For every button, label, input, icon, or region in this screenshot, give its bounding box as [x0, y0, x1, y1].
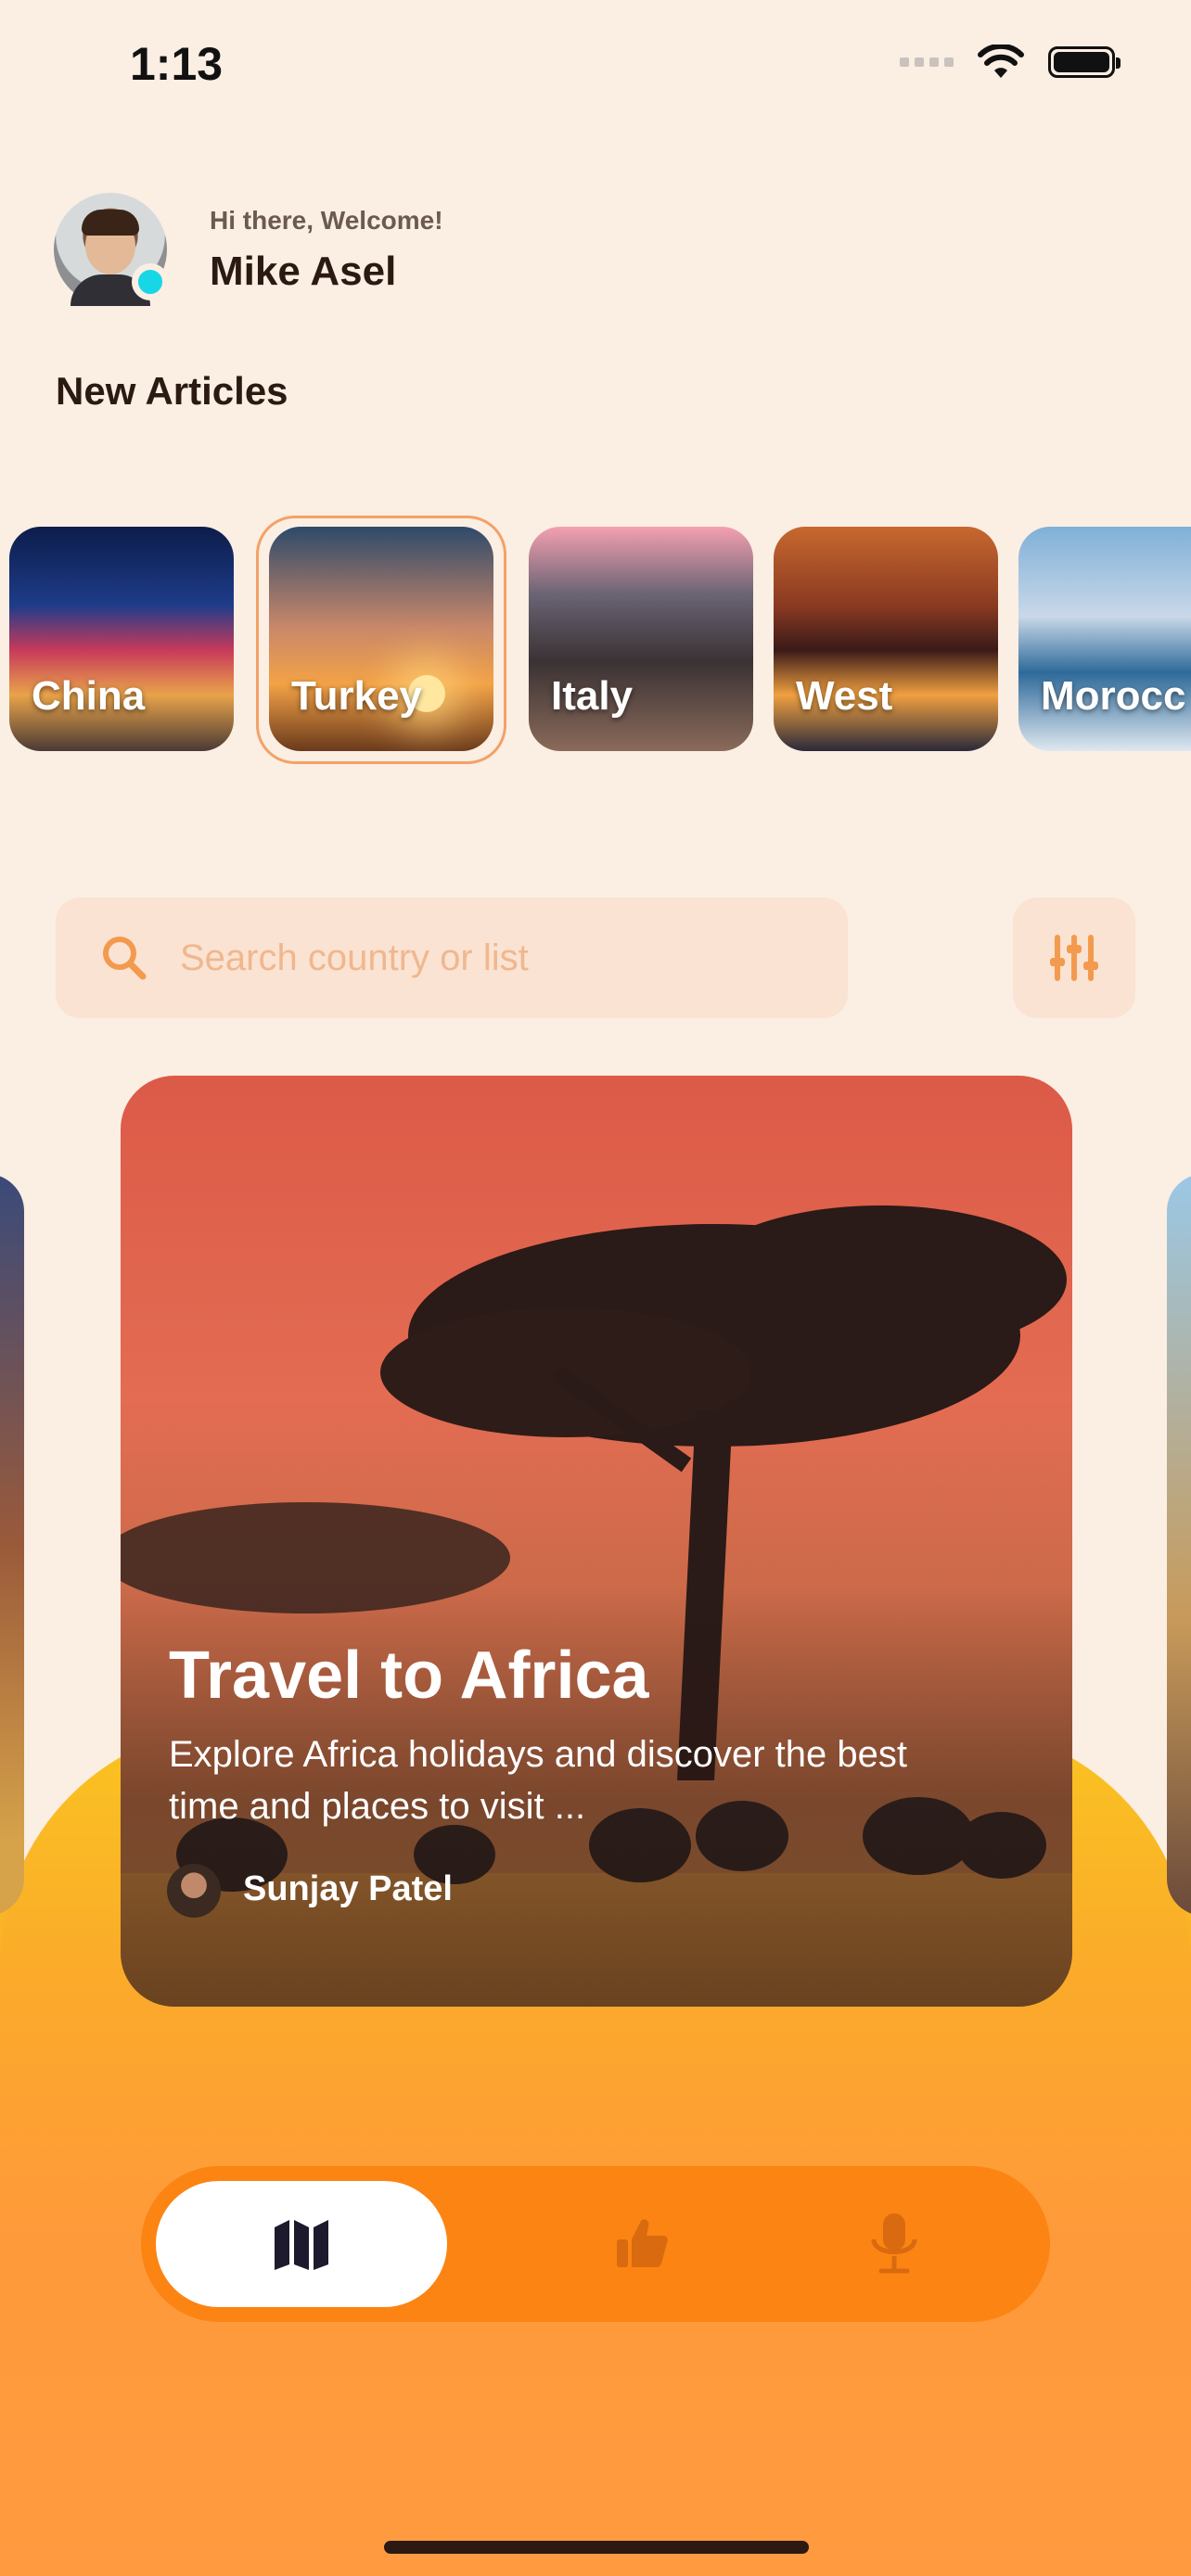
search-input[interactable]: Search country or list: [180, 937, 529, 979]
chip-label: Turkey: [291, 673, 423, 719]
chip-label: Italy: [551, 673, 634, 719]
user-name: Mike Asel: [210, 249, 397, 294]
country-carousel[interactable]: China Turkey Italy West Morocc: [0, 516, 1191, 766]
microphone-icon: [871, 2213, 917, 2274]
author-avatar: [167, 1864, 221, 1918]
wifi-icon: [978, 45, 1024, 78]
home-indicator[interactable]: [384, 2541, 809, 2554]
greeting-text: Hi there, Welcome!: [210, 206, 443, 235]
section-title: New Articles: [56, 369, 288, 413]
bottom-tab-bar: [141, 2166, 1050, 2322]
author-name: Sunjay Patel: [243, 1869, 453, 1908]
chip-label: China: [32, 673, 146, 719]
country-chip-italy[interactable]: Italy: [529, 527, 753, 751]
battery-icon: [1048, 46, 1121, 78]
chip-label: West: [796, 673, 893, 719]
map-icon: [275, 2220, 328, 2270]
chip-label: Morocc: [1041, 673, 1186, 719]
country-chip-west[interactable]: West: [774, 527, 998, 751]
featured-article-card[interactable]: Travel to Africa Explore Africa holidays…: [121, 1076, 1072, 2007]
article-title: Travel to Africa: [169, 1639, 649, 1713]
tab-like[interactable]: [586, 2181, 698, 2307]
next-article-card[interactable]: [1167, 1174, 1191, 1916]
country-chip-china[interactable]: China: [9, 527, 234, 751]
thumbs-up-icon: [617, 2219, 668, 2267]
tab-map[interactable]: [156, 2181, 447, 2307]
tab-microphone[interactable]: [839, 2181, 950, 2307]
cellular-signal-icon: [900, 57, 954, 67]
status-indicators: [900, 45, 1121, 80]
previous-article-card[interactable]: [0, 1174, 24, 1916]
search-bar[interactable]: Search country or list: [56, 898, 848, 1018]
search-icon: [103, 937, 147, 980]
online-status-dot: [132, 263, 169, 300]
article-description: Explore Africa holidays and discover the…: [169, 1734, 907, 1827]
country-chip-turkey[interactable]: Turkey: [269, 527, 493, 751]
country-chip-morocco[interactable]: Morocc: [1018, 527, 1191, 751]
filter-button[interactable]: [1013, 898, 1135, 1018]
status-time: 1:13: [130, 38, 224, 90]
sliders-icon: [1050, 935, 1098, 981]
